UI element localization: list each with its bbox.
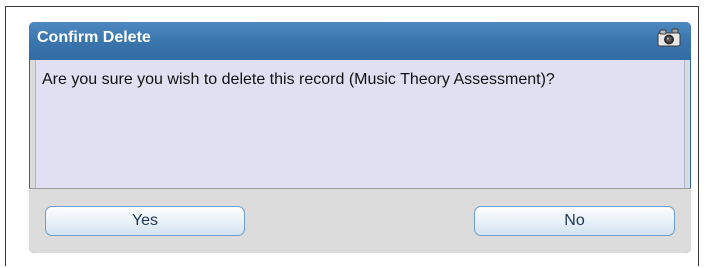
dialog-title: Confirm Delete	[37, 29, 151, 46]
dialog-footer: Yes No	[29, 189, 691, 253]
no-button[interactable]: No	[474, 206, 675, 236]
camera-icon[interactable]	[657, 28, 681, 47]
confirm-delete-dialog: Confirm Delete Are you sure you wish to …	[29, 22, 691, 253]
confirmation-message: Are you sure you wish to delete this rec…	[42, 71, 555, 88]
yes-button[interactable]: Yes	[45, 206, 245, 236]
dialog-titlebar: Confirm Delete	[29, 22, 691, 60]
dialog-body: Are you sure you wish to delete this rec…	[35, 60, 685, 188]
